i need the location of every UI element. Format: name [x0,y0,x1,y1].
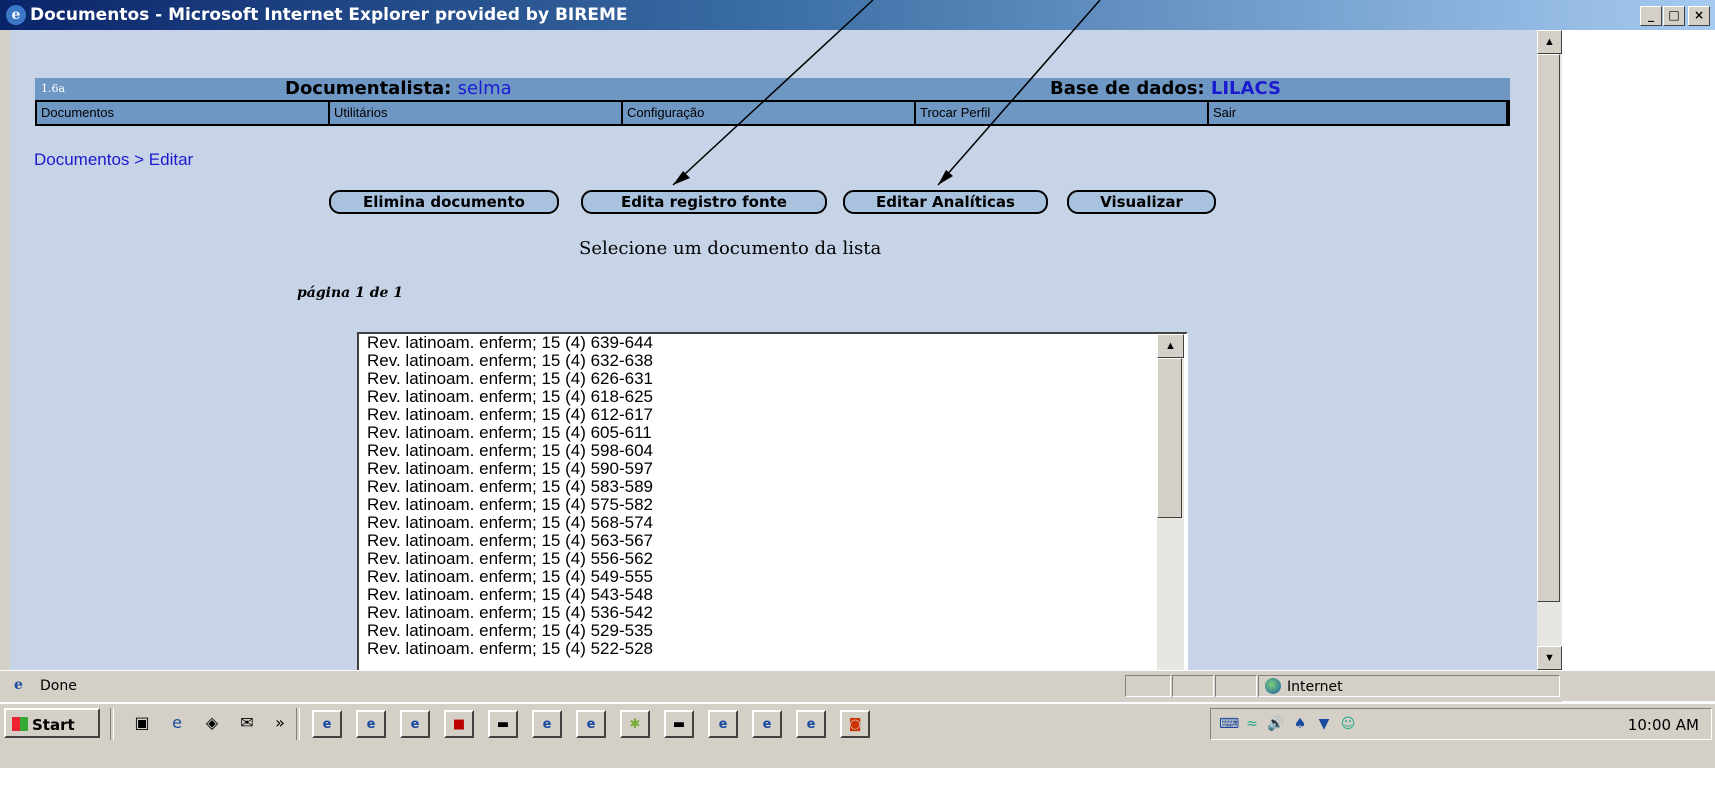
taskbar-console-button[interactable]: ▬ [664,710,694,738]
taskbar-app-button[interactable]: ■ [444,710,474,738]
document-list-item[interactable]: Rev. latinoam. enferm; 15 (4) 618-625 [359,388,1139,406]
document-list-item[interactable]: Rev. latinoam. enferm; 15 (4) 543-548 [359,586,1139,604]
taskbar-ie-button[interactable]: e [356,710,386,738]
elimina-documento-button[interactable]: Elimina documento [329,190,559,214]
status-panel [1172,675,1214,697]
tray-keyboard-icon[interactable]: ⌨ [1219,715,1239,733]
listbox-scrollbar[interactable]: ▲ [1157,334,1184,670]
status-bar: e Done Internet [0,670,1715,701]
tray-filter-icon[interactable]: ▼ [1315,715,1333,733]
quicklaunch-app-icon[interactable]: ◈ [200,712,224,734]
version-label: 1.6a [41,82,66,95]
document-list-item[interactable]: Rev. latinoam. enferm; 15 (4) 605-611 [359,424,1139,442]
taskbar-ie-button[interactable]: e [576,710,606,738]
taskbar: Start ▣ e ◈ ✉ » e e e ■ ▬ e e ✱ ▬ e e e … [0,702,1715,770]
taskbar-ie-button[interactable]: e [752,710,782,738]
edita-registro-fonte-button[interactable]: Edita registro fonte [581,190,827,214]
window-right-margin [1562,30,1715,768]
tray-user-icon[interactable]: ☺ [1339,715,1357,733]
taskbar-app-button[interactable]: ✱ [620,710,650,738]
document-list-item[interactable]: Rev. latinoam. enferm; 15 (4) 598-604 [359,442,1139,460]
document-list-item[interactable]: Rev. latinoam. enferm; 15 (4) 590-597 [359,460,1139,478]
taskbar-ie-button[interactable]: e [708,710,738,738]
document-list-item[interactable]: Rev. latinoam. enferm; 15 (4) 563-567 [359,532,1139,550]
document-list-item[interactable]: Rev. latinoam. enferm; 15 (4) 639-644 [359,334,1139,352]
taskbar-powerpoint-button[interactable]: ◙ [840,710,870,738]
security-zone: Internet [1265,678,1343,695]
title-bar: e Documentos - Microsoft Internet Explor… [0,0,1715,30]
globe-icon [1265,678,1281,694]
instruction-text: Selecione um documento da lista [579,238,882,259]
status-panel [1215,675,1257,697]
separator [296,708,300,740]
status-text: Done [40,678,77,694]
base-de-dados-label: Base de dados: LILACS [1050,78,1281,99]
clock: 10:00 AM [1627,716,1699,734]
status-panel [1125,675,1171,697]
ie-page-icon: e [14,677,23,693]
documentalista-value: selma [457,78,512,99]
document-list-item[interactable]: Rev. latinoam. enferm; 15 (4) 556-562 [359,550,1139,568]
taskbar-ie-button[interactable]: e [400,710,430,738]
quicklaunch-chevron[interactable]: » [268,712,292,734]
document-list-item[interactable]: Rev. latinoam. enferm; 15 (4) 583-589 [359,478,1139,496]
start-button[interactable]: Start [4,708,100,738]
header-bar: 1.6a Documentalista: selma Base de dados… [35,78,1510,100]
main-menu: Documentos Utilitários Configuração Troc… [35,100,1510,126]
menu-item-documentos[interactable]: Documentos [37,102,328,124]
breadcrumb: Documentos > Editar [34,150,194,169]
page-scrollbar[interactable]: ▲ ▼ [1537,30,1562,670]
document-list-item[interactable]: Rev. latinoam. enferm; 15 (4) 529-535 [359,622,1139,640]
listbox-scroll-thumb[interactable] [1157,358,1182,518]
quicklaunch-outlook-icon[interactable]: ✉ [235,712,259,734]
document-list-item[interactable]: Rev. latinoam. enferm; 15 (4) 612-617 [359,406,1139,424]
scroll-up-button[interactable]: ▲ [1537,30,1562,54]
visualizar-button[interactable]: Visualizar [1067,190,1216,214]
menu-item-utilitarios[interactable]: Utilitários [330,102,621,124]
system-tray: ⌨ ≈ 🔊 ♠ ▼ ☺ 10:00 AM [1210,708,1712,740]
document-list-item[interactable]: Rev. latinoam. enferm; 15 (4) 536-542 [359,604,1139,622]
ie-icon: e [6,5,26,25]
tray-app-icon[interactable]: ♠ [1291,715,1309,733]
scroll-thumb[interactable] [1537,54,1560,602]
documentalista-label: Documentalista: selma [285,78,512,99]
tray-volume-icon[interactable]: 🔊 [1267,715,1285,733]
tray-network-icon[interactable]: ≈ [1243,715,1261,733]
menu-item-configuracao[interactable]: Configuração [623,102,914,124]
document-list-item[interactable]: Rev. latinoam. enferm; 15 (4) 568-574 [359,514,1139,532]
menu-item-sair[interactable]: Sair [1209,102,1506,124]
bottom-margin [0,768,1715,801]
document-list-item[interactable]: Rev. latinoam. enferm; 15 (4) 549-555 [359,568,1139,586]
minimize-button[interactable]: _ [1640,6,1662,26]
document-list: Rev. latinoam. enferm; 15 (4) 639-644 Rev… [359,334,1139,658]
page-content: 1.6a Documentalista: selma Base de dados… [10,30,1537,670]
window-title: Documentos - Microsoft Internet Explorer… [30,5,628,25]
taskbar-ie-button[interactable]: e [312,710,342,738]
document-list-item[interactable]: Rev. latinoam. enferm; 15 (4) 632-638 [359,352,1139,370]
document-listbox[interactable]: Rev. latinoam. enferm; 15 (4) 639-644 Rev… [357,332,1188,670]
listbox-scroll-up-button[interactable]: ▲ [1157,334,1184,358]
scroll-down-button[interactable]: ▼ [1537,646,1562,670]
close-button[interactable]: × [1688,6,1710,26]
taskbar-console-button[interactable]: ▬ [488,710,518,738]
pagination-label: página 1 de 1 [297,285,404,301]
browser-window: e Documentos - Microsoft Internet Explor… [0,0,1715,770]
editar-analiticas-button[interactable]: Editar Analíticas [843,190,1048,214]
document-list-item[interactable]: Rev. latinoam. enferm; 15 (4) 575-582 [359,496,1139,514]
separator [110,708,114,740]
base-de-dados-value: LILACS [1210,78,1281,99]
menu-item-trocar-perfil[interactable]: Trocar Perfil [916,102,1207,124]
taskbar-ie-button[interactable]: e [532,710,562,738]
quicklaunch-ie-icon[interactable]: e [165,712,189,734]
document-list-item[interactable]: Rev. latinoam. enferm; 15 (4) 626-631 [359,370,1139,388]
maximize-button[interactable]: □ [1663,6,1685,26]
document-list-item[interactable]: Rev. latinoam. enferm; 15 (4) 522-528 [359,640,1139,658]
quicklaunch-desktop-icon[interactable]: ▣ [130,712,154,734]
taskbar-ie-button[interactable]: e [796,710,826,738]
windows-flag-icon [12,717,28,731]
